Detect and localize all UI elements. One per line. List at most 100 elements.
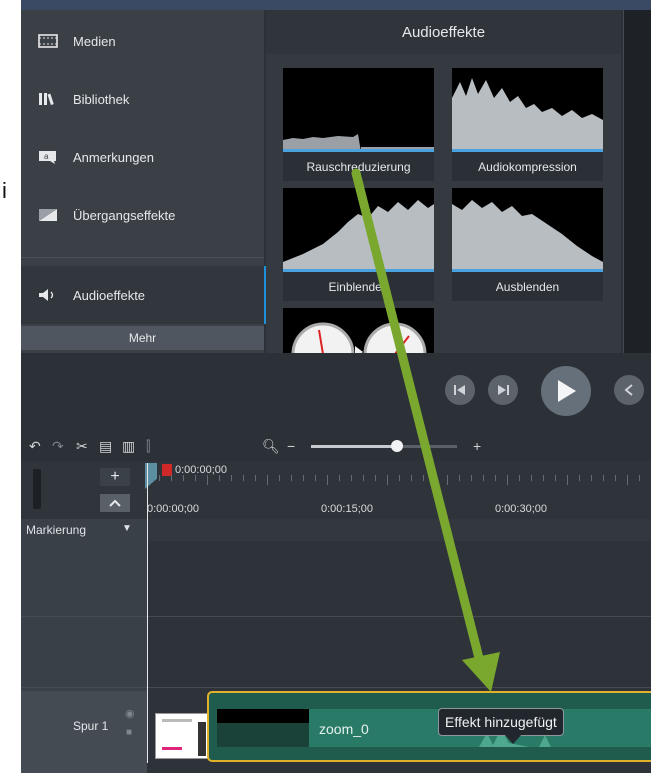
ruler-tick (183, 475, 184, 481)
effect-tile-noise-reduction[interactable]: Rauschreduzierung (283, 68, 434, 181)
tile-label: Ausblenden (452, 272, 603, 301)
collapse-panel-button[interactable] (614, 375, 644, 405)
ruler-tick (291, 475, 292, 481)
ruler-tick (603, 475, 604, 481)
sidebar-item-label: Übergangseffekte (73, 207, 176, 223)
ruler-tick (195, 475, 196, 481)
track-name: Spur 1 (73, 719, 109, 733)
copy-icon[interactable]: ▤ (99, 439, 112, 453)
page-edge-fragment: i (2, 178, 7, 203)
ruler-tick (219, 475, 220, 481)
clip-waveform (479, 729, 551, 747)
waveform-thumbnail (283, 188, 434, 272)
ruler-label: 0:00:30;00 (495, 503, 547, 515)
effect-tile-fade-in[interactable]: Einblenden (283, 188, 434, 301)
ruler-tick (555, 475, 556, 481)
playhead-line (147, 463, 148, 763)
timeline-ruler[interactable]: 0:00:00;00 0:00:00;00 0:00:15;00 0:00:30… (145, 461, 651, 519)
ruler-tick (411, 475, 412, 481)
zoom-out-icon[interactable]: − (287, 439, 295, 453)
track-header-1[interactable]: Spur 1 ◉ ■ (21, 691, 147, 773)
zoom-in-icon[interactable]: + (473, 439, 481, 453)
ruler-label: 0:00:15;00 (321, 503, 373, 515)
ruler-tick (303, 475, 304, 481)
speaker-icon (38, 288, 58, 302)
ruler-tick (483, 475, 484, 481)
ruler-tick (471, 475, 472, 481)
ruler-tick (567, 475, 568, 485)
sidebar-item-library[interactable]: Bibliothek (21, 70, 264, 128)
visibility-eye-icon[interactable]: ◉ (125, 707, 135, 720)
cut-icon[interactable]: ✂ (76, 439, 88, 453)
zoom-slider-thumb[interactable] (391, 440, 403, 452)
ruler-tick (339, 475, 340, 481)
sidebar-item-media[interactable]: Medien (21, 12, 264, 70)
play-button[interactable] (541, 366, 591, 416)
ruler-tick (615, 475, 616, 481)
ruler-tick (255, 475, 256, 481)
more-button[interactable]: Mehr (21, 326, 264, 350)
gallery-title: Audioeffekte (266, 10, 621, 54)
sidebar-item-audio-effects[interactable]: Audioeffekte (21, 266, 266, 324)
ruler-tick (531, 475, 532, 481)
effect-tile-fade-out[interactable]: Ausblenden (452, 188, 603, 301)
ruler-tick (279, 475, 280, 481)
audio-clip[interactable]: zoom_0 (207, 691, 651, 762)
ruler-tick (543, 475, 544, 481)
split-icon[interactable]: ⫿ (146, 439, 150, 453)
ruler-tick (243, 475, 244, 481)
ruler-tick (459, 475, 460, 481)
tile-label: Audiokompression (452, 152, 603, 181)
marker-track: Markierung ▼ (21, 519, 651, 541)
ruler-tick (495, 475, 496, 481)
ruler-tick (627, 475, 628, 485)
ruler-tick (327, 475, 328, 485)
effect-tile-speed[interactable] (283, 308, 434, 353)
sidebar-item-label: Anmerkungen (73, 149, 154, 165)
effect-added-tooltip: Effekt hinzugefügt (438, 708, 564, 736)
sidebar-item-annotations[interactable]: a Anmerkungen (21, 128, 264, 186)
svg-text:a: a (44, 152, 49, 161)
clip-label: zoom_0 (319, 721, 369, 737)
chevron-left-icon (624, 384, 633, 396)
sidebar-item-transitions[interactable]: Übergangseffekte (21, 186, 264, 244)
library-icon (38, 92, 58, 106)
sidebar-item-label: Medien (73, 33, 116, 49)
play-icon (558, 380, 576, 402)
waveform-thumbnail (452, 188, 603, 272)
marker-label[interactable]: Markierung (26, 523, 86, 537)
media-thumbnail-clip[interactable] (155, 713, 209, 759)
tile-label: Rauschreduzierung (283, 152, 434, 181)
track-height-slider[interactable] (33, 469, 41, 509)
paste-icon[interactable]: ▥ (122, 439, 135, 453)
collapse-tracks-button[interactable] (100, 494, 130, 512)
lock-icon[interactable]: ■ (126, 727, 132, 738)
ruler-tick (435, 475, 436, 481)
ruler-tick (267, 475, 268, 485)
previous-frame-button[interactable] (445, 375, 475, 405)
ruler-tick (315, 475, 316, 481)
ruler-tick (171, 475, 172, 481)
transition-icon (38, 208, 58, 222)
effect-tile-compression[interactable]: Audiokompression (452, 68, 603, 181)
ruler-tick (207, 475, 208, 485)
waveform-thumbnail (452, 68, 603, 152)
add-track-button[interactable]: + (100, 468, 130, 486)
redo-icon[interactable]: ↷ (52, 439, 64, 453)
zoom-slider[interactable] (311, 440, 457, 452)
tile-label: Einblenden (283, 272, 434, 301)
playback-controls (21, 353, 651, 431)
track-headers: Spur 1 ◉ ■ (21, 541, 147, 773)
ruler-tick (363, 475, 364, 481)
step-back-icon (454, 385, 465, 395)
ruler-tick (159, 475, 160, 481)
canvas-preview-edge (623, 10, 651, 353)
ruler-tick (375, 475, 376, 481)
undo-icon[interactable]: ↶ (29, 439, 41, 453)
sidebar-item-label: Audioeffekte (73, 287, 146, 303)
ruler-tick (351, 475, 352, 481)
dropdown-arrow-icon[interactable]: ▼ (122, 523, 132, 534)
next-frame-button[interactable] (488, 375, 518, 405)
step-forward-icon (498, 385, 509, 395)
zoom-search-icon[interactable]: 🔍︎ (262, 439, 280, 453)
